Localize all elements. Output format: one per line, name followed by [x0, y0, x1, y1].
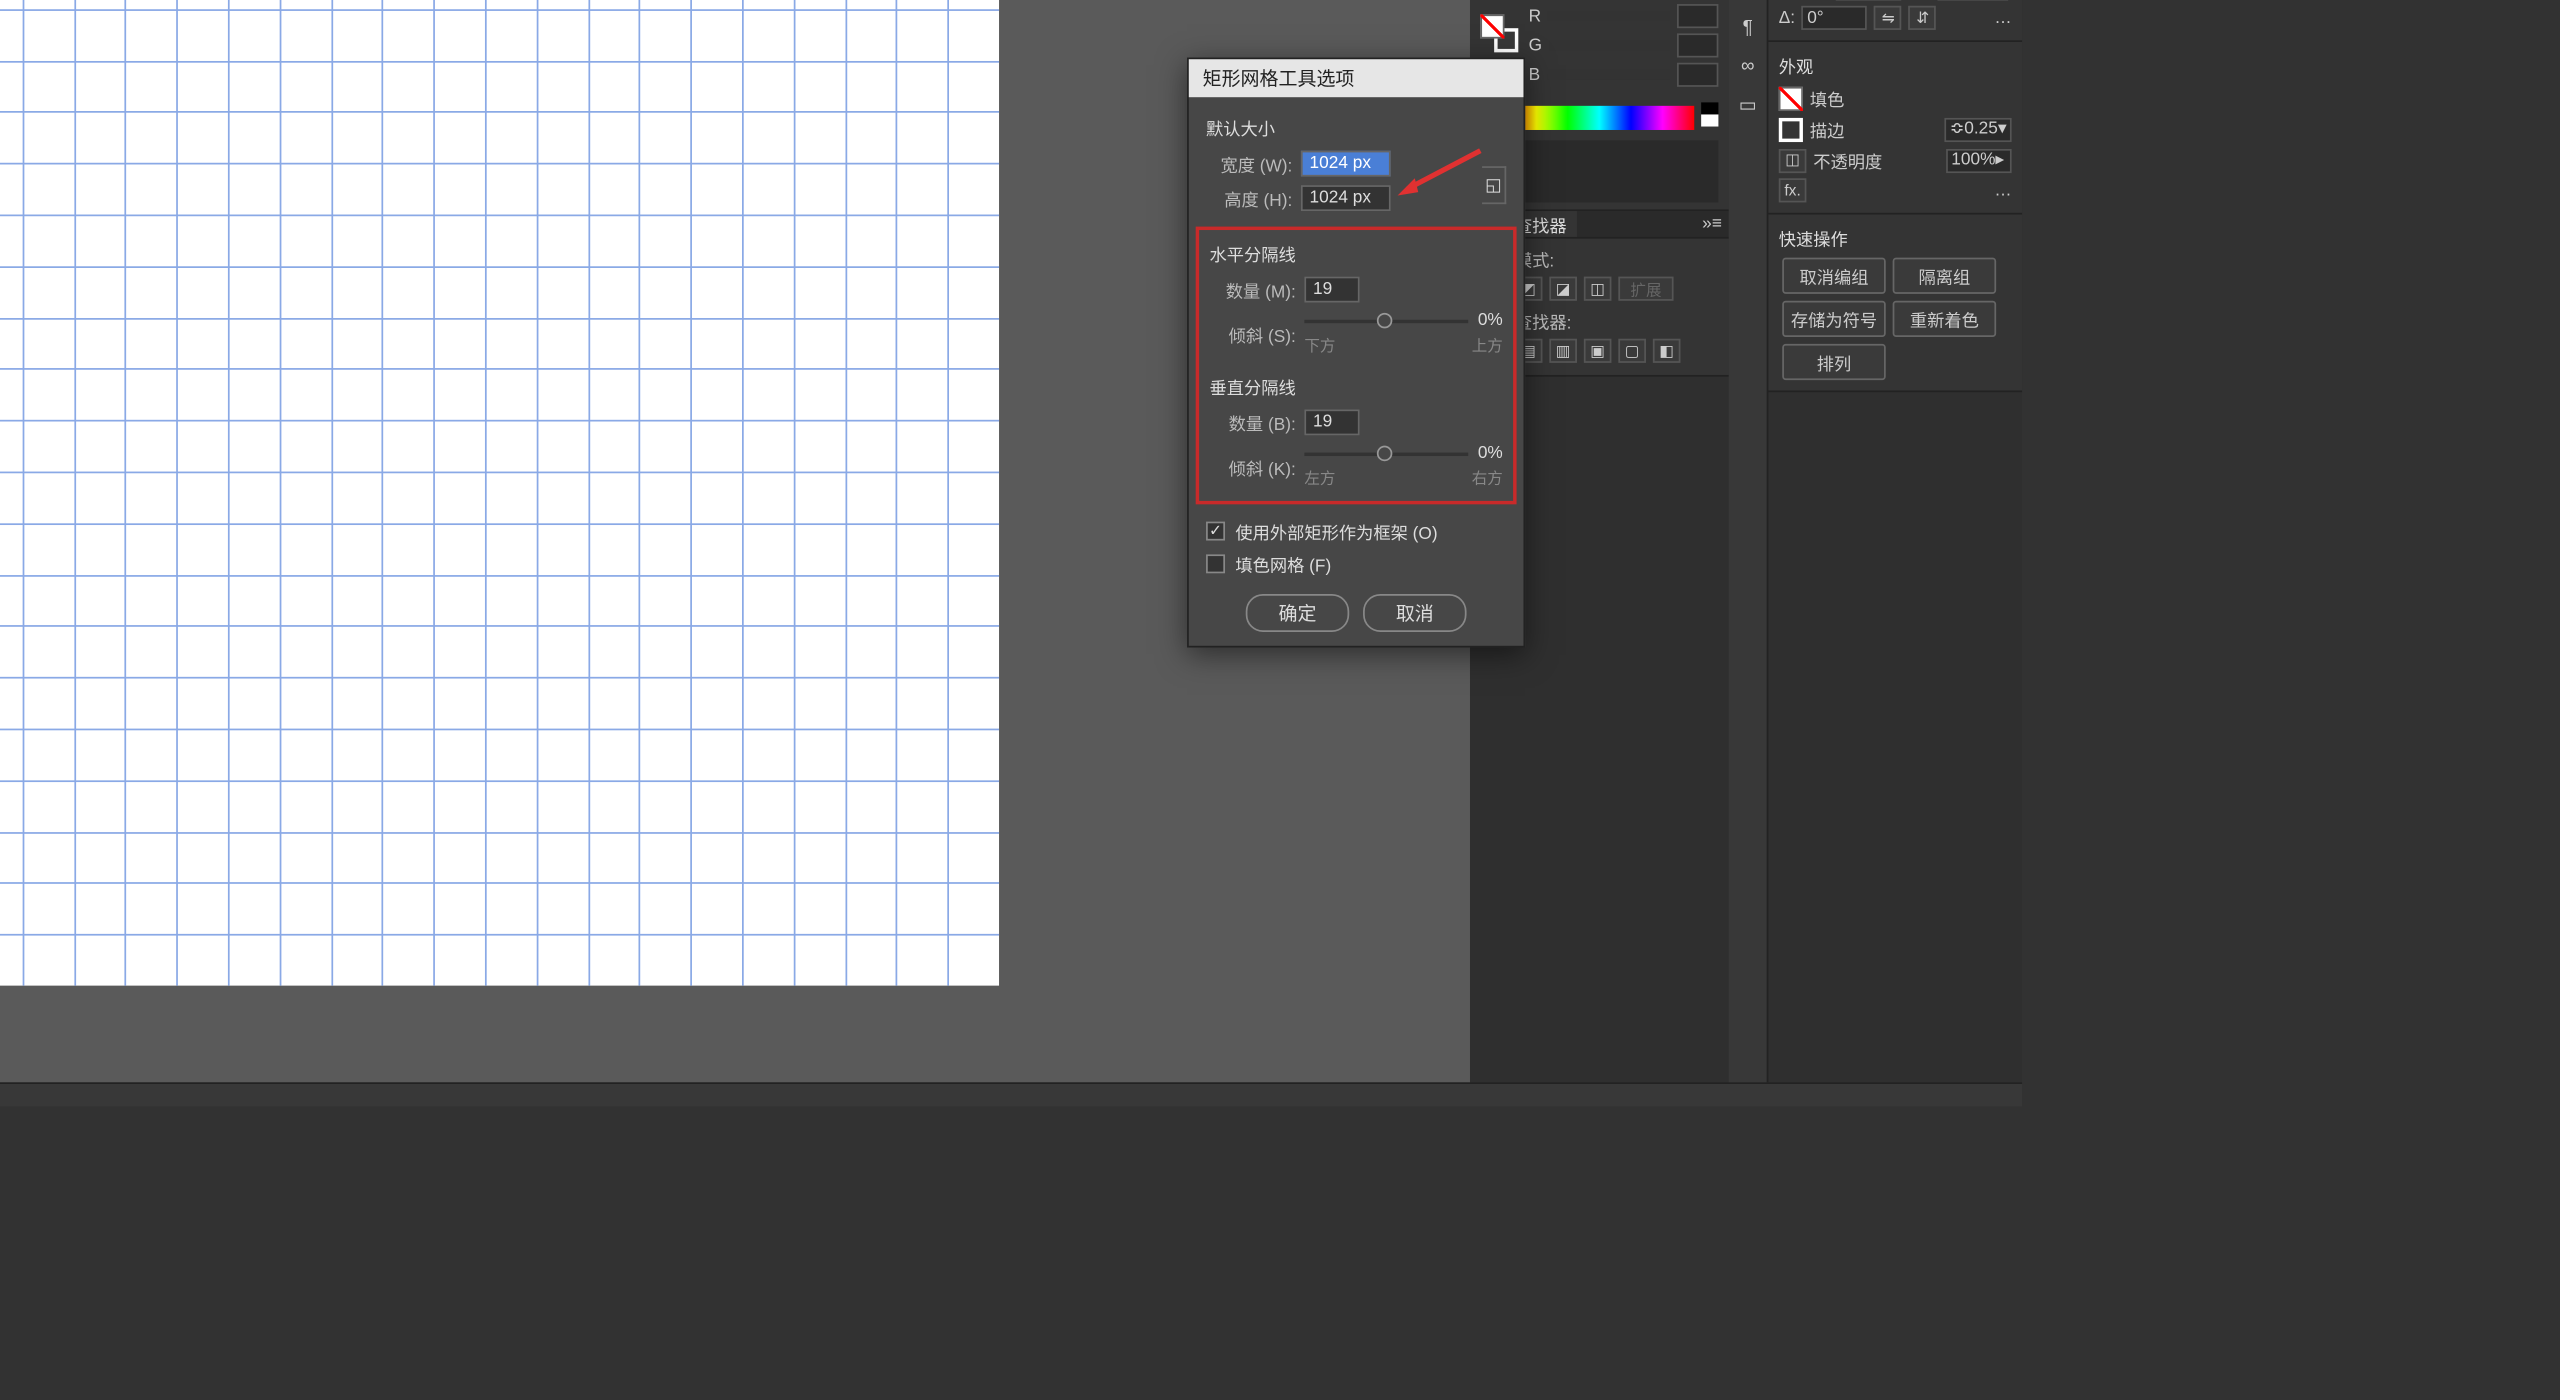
expand-button: 扩展 [1618, 277, 1673, 301]
merge-icon[interactable]: ▥ [1549, 339, 1577, 363]
vskew-slider[interactable] [1304, 452, 1467, 455]
fill-swatch-prop[interactable] [1779, 86, 1803, 110]
white-swatch[interactable] [1701, 114, 1718, 126]
black-swatch[interactable] [1701, 102, 1718, 114]
highlighted-section: 水平分隔线 数量 (M): 19 倾斜 (S): 0% 下方 上方 垂直分隔线 数量… [1196, 227, 1517, 505]
intersect-icon[interactable]: ◪ [1549, 277, 1577, 301]
flip-h-icon[interactable]: ⇋ [1874, 6, 1902, 30]
qa-isolate[interactable]: 隔离组 [1893, 258, 1997, 294]
th-label: 高: [1908, 0, 1930, 1]
r-slider[interactable] [1548, 11, 1670, 21]
g-slider[interactable] [1549, 40, 1670, 50]
dlg-width-label: 宽度 (W): [1206, 151, 1292, 177]
properties-panel: 属性 图层 库 ≡ 编辑 未选择 变换 ▦ X:512 px 宽:1024 px [1768, 0, 2022, 392]
v-dividers-heading: 垂直分隔线 [1210, 373, 1503, 399]
popacity-input[interactable]: 100% ▸ [1946, 148, 2012, 172]
b-input[interactable] [1677, 63, 1718, 87]
rot-label: Δ: [1779, 8, 1795, 27]
right-panels: 描边 渐变 透明度 »≡ 粗细:≎ 0.25 pt ▾ 端点:⊏⊂⊐ 边角:⌐⌒… [1470, 0, 2022, 1082]
pstroke-input[interactable]: ≎ 0.25 ▾ [1945, 117, 2012, 141]
dlg-hcount-input[interactable]: 19 [1304, 277, 1359, 303]
fx-icon[interactable]: fx. [1779, 178, 1807, 202]
b-slider[interactable] [1547, 70, 1670, 80]
panel-icon-strip: ◆ ❐ ◉ ⓘ A ¶ ∞ ▭ [1729, 0, 1767, 1082]
dlg-hcount-label: 数量 (M): [1210, 277, 1296, 303]
exclude-icon[interactable]: ◫ [1584, 277, 1612, 301]
qa-ungroup[interactable]: 取消编组 [1782, 258, 1886, 294]
hskew-low: 下方 [1304, 334, 1335, 356]
hskew-value: 0% [1478, 311, 1503, 330]
color-spectrum[interactable] [1504, 106, 1694, 130]
color-fill-stroke[interactable] [1480, 14, 1518, 52]
link-icon[interactable]: ∞ [1732, 51, 1763, 82]
default-size-heading: 默认大小 [1206, 114, 1506, 140]
annotation-arrow [1391, 144, 1488, 196]
r-input[interactable] [1677, 4, 1718, 28]
rot-input[interactable]: 0° [1802, 6, 1868, 30]
use-outer-checkbox[interactable]: ✓使用外部矩形作为框架 (O) [1206, 518, 1506, 544]
pstroke-label: 描边 [1810, 116, 1845, 142]
outline-icon[interactable]: ▢ [1618, 339, 1646, 363]
artboard [0, 0, 999, 986]
dlg-vcount-label: 数量 (B): [1210, 409, 1296, 435]
r-label: R [1529, 7, 1541, 26]
flip-v-icon[interactable]: ⇵ [1909, 6, 1937, 30]
dlg-height-label: 高度 (H): [1206, 185, 1292, 211]
dialog-title: 矩形网格工具选项 [1189, 59, 1524, 97]
type-icon[interactable]: A [1732, 0, 1763, 6]
ok-button[interactable]: 确定 [1246, 594, 1350, 632]
quick-heading: 快速操作 [1779, 225, 2012, 251]
g-input[interactable] [1677, 33, 1718, 57]
panel-menu-icon[interactable]: »≡ [1695, 215, 1728, 234]
minus-back-icon[interactable]: ◧ [1653, 339, 1681, 363]
hskew-slider[interactable] [1304, 319, 1467, 322]
qa-recolor[interactable]: 重新着色 [1893, 301, 1997, 337]
vskew-high: 右方 [1472, 466, 1503, 488]
hskew-high: 上方 [1472, 334, 1503, 356]
vskew-low: 左方 [1304, 466, 1335, 488]
qa-save-symbol[interactable]: 存储为符号 [1782, 301, 1886, 337]
crop-icon[interactable]: ▣ [1584, 339, 1612, 363]
opacity-icon[interactable]: ◫ [1779, 148, 1807, 172]
more-appearance-icon[interactable]: … [1994, 181, 2011, 200]
fill-label: 填色 [1810, 85, 1845, 111]
dlg-vcount-input[interactable]: 19 [1304, 409, 1359, 435]
appearance-heading: 外观 [1779, 52, 2012, 78]
paragraph-icon[interactable]: ¶ [1732, 13, 1763, 44]
h-dividers-heading: 水平分隔线 [1210, 240, 1503, 266]
qa-arrange[interactable]: 排列 [1782, 344, 1886, 380]
b-label: B [1529, 65, 1541, 84]
cancel-button[interactable]: 取消 [1363, 594, 1467, 632]
dlg-width-input[interactable]: 1024 px [1301, 151, 1391, 177]
popacity-label: 不透明度 [1813, 147, 1882, 173]
more-options-icon[interactable]: … [1994, 8, 2011, 27]
dlg-vskew-label: 倾斜 (K): [1210, 453, 1296, 479]
stroke-swatch-prop[interactable] [1779, 117, 1803, 141]
dlg-hskew-label: 倾斜 (S): [1210, 321, 1296, 347]
g-label: G [1529, 36, 1542, 55]
fill-grid-checkbox[interactable]: 填色网格 (F) [1206, 551, 1506, 577]
vskew-value: 0% [1478, 444, 1503, 463]
dlg-height-input[interactable]: 1024 px [1301, 185, 1391, 211]
artboards-icon[interactable]: ▭ [1732, 89, 1763, 120]
status-bar: 100% ▾ ◂◂ ◂ 1 ▸ ▸▸ 矩形网格 ▸ [0, 1082, 2022, 1106]
